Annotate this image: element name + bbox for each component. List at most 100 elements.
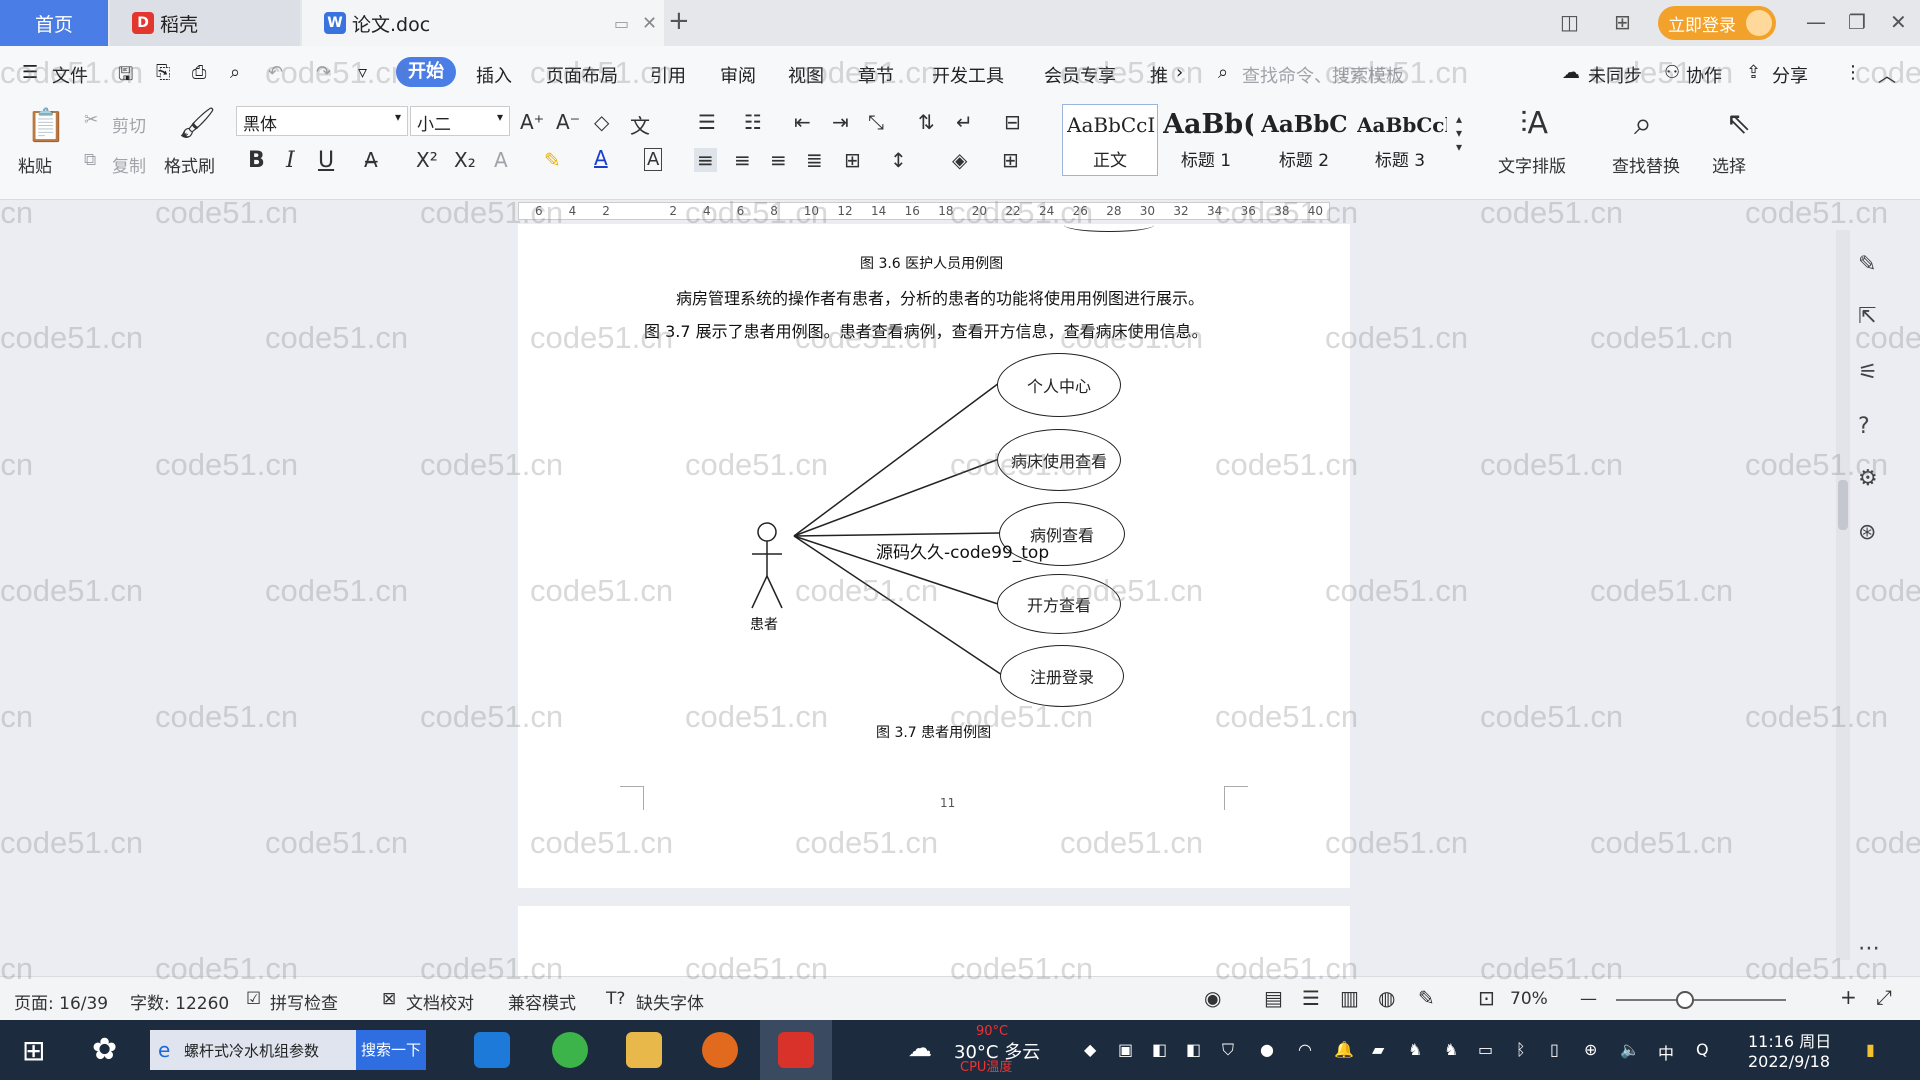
select-button[interactable]: 选择 <box>1712 152 1746 177</box>
style-normal[interactable]: AaBbCcI 正文 <box>1062 104 1158 176</box>
menu-view[interactable]: 视图 <box>788 62 824 88</box>
zoom-in-icon[interactable]: + <box>1840 985 1857 1009</box>
align-right-icon[interactable]: ≡ <box>770 148 787 172</box>
zoom-level[interactable]: 70% <box>1510 989 1548 1009</box>
help-icon[interactable]: ? <box>1858 414 1870 439</box>
wifi-icon[interactable]: ◠ <box>1298 1040 1312 1059</box>
find-replace-button[interactable]: 查找替换 <box>1612 152 1680 177</box>
monitor-icon[interactable]: ▭ <box>614 14 629 33</box>
taskbar-search-input[interactable]: e 螺杆式冷水机组参数 <box>150 1030 356 1070</box>
zoom-slider-handle[interactable] <box>1676 991 1694 1009</box>
missing-font-button[interactable]: 缺失字体 <box>636 989 704 1014</box>
new-tab-icon[interactable]: + <box>668 6 690 36</box>
menu-layout[interactable]: 页面布局 <box>546 62 618 88</box>
compass-icon[interactable]: ⊛ <box>1858 520 1876 545</box>
battery-icon[interactable]: ▭ <box>1478 1040 1493 1059</box>
subscript-icon[interactable]: X₂ <box>454 148 476 172</box>
borders-icon[interactable]: ⊞ <box>1002 148 1019 172</box>
menu-review[interactable]: 审阅 <box>720 62 756 88</box>
align-left-icon[interactable]: ≡ <box>694 148 717 172</box>
indent-icon[interactable]: ⇥ <box>832 110 849 134</box>
page-indicator[interactable]: 页面: 16/39 <box>14 989 108 1014</box>
copy-button[interactable]: 复制 <box>112 152 146 177</box>
ie-browser-icon[interactable] <box>474 1032 510 1068</box>
qq-browser-icon[interactable]: Q <box>1696 1040 1709 1059</box>
sort-icon[interactable]: ⇅ <box>918 110 935 134</box>
browser-360-icon[interactable] <box>552 1032 588 1068</box>
clock-time[interactable]: 11:16 周日 <box>1748 1028 1831 1052</box>
pen-icon[interactable]: ✎ <box>1858 252 1876 277</box>
apps-grid-icon[interactable]: ⊞ <box>1614 10 1631 34</box>
tray-app-icon[interactable]: ▣ <box>1118 1040 1133 1059</box>
more-options-icon[interactable]: ⋮ <box>1844 62 1862 83</box>
menu-reference[interactable]: 引用 <box>650 62 686 88</box>
shield-icon[interactable]: ⛉ <box>1222 1040 1234 1060</box>
layout-icon[interactable]: ◫ <box>1560 10 1579 34</box>
text-effect-icon[interactable]: A <box>494 148 508 172</box>
qq-icon[interactable]: ♞ <box>1408 1040 1422 1059</box>
notification-icon[interactable]: 🔔 <box>1334 1040 1354 1059</box>
cursor-icon[interactable]: ⇱ <box>1858 304 1876 329</box>
shrink-font-icon[interactable]: A⁻ <box>556 110 580 134</box>
taskbar-search-button[interactable]: 搜索一下 <box>356 1030 426 1070</box>
show-desktop-icon[interactable]: ▮ <box>1866 1040 1875 1059</box>
volume-icon[interactable]: 🔈 <box>1620 1040 1640 1059</box>
font-family-select[interactable]: 黑体 ▾ <box>236 106 408 136</box>
search-command-input[interactable]: 查找命令、搜索模板 <box>1242 62 1404 88</box>
hamburger-icon[interactable]: ☰ <box>22 62 38 83</box>
usb-icon[interactable]: ▯ <box>1550 1040 1559 1059</box>
char-border-icon[interactable]: A <box>644 148 663 171</box>
ruler-scale[interactable]: 6 4 2 2 4 6 8 10 12 14 16 18 20 22 24 26 28 30 32 34 36 38 40 <box>518 202 1330 220</box>
collapse-ribbon-icon[interactable]: ︿ <box>1878 62 1896 88</box>
cut-button[interactable]: 剪切 <box>112 112 146 137</box>
close-tab-icon[interactable]: ✕ <box>642 13 657 34</box>
paste-button[interactable]: 粘贴 <box>18 152 52 177</box>
app-launcher-icon[interactable]: ✿ <box>92 1032 117 1067</box>
font-color-icon[interactable]: A <box>594 146 608 170</box>
scrollbar-thumb[interactable] <box>1838 480 1848 530</box>
format-painter-button[interactable]: 格式刷 <box>164 152 215 177</box>
clear-format-icon[interactable]: ◇ <box>594 110 609 134</box>
qq-icon[interactable]: ♞ <box>1444 1040 1458 1059</box>
bluetooth-icon[interactable]: ᛒ <box>1516 1040 1526 1059</box>
customize-icon[interactable]: ▿ <box>358 62 367 83</box>
clock-date[interactable]: 2022/9/18 <box>1748 1052 1830 1071</box>
reading-view-icon[interactable]: ▥ <box>1340 986 1359 1010</box>
minimize-icon[interactable]: — <box>1806 10 1826 34</box>
outdent-icon[interactable]: ⇤ <box>794 110 811 134</box>
menu-insert[interactable]: 插入 <box>476 62 512 88</box>
font-size-select[interactable]: 小二 ▾ <box>410 106 510 136</box>
tab-stops-icon[interactable]: ⊟ <box>1004 110 1021 134</box>
menu-file[interactable]: 文件 <box>52 62 88 88</box>
tray-app-icon[interactable]: ◧ <box>1152 1040 1167 1059</box>
word-count[interactable]: 字数: 12260 <box>130 989 229 1014</box>
highlight-icon[interactable]: ✎ <box>544 148 561 172</box>
strikethrough-icon[interactable]: A̶ <box>364 148 378 172</box>
ime-indicator[interactable]: 中 <box>1658 1040 1674 1064</box>
tab-daoke[interactable]: D 稻壳 <box>110 0 300 46</box>
menu-start[interactable]: 开始 <box>396 57 456 87</box>
export-icon[interactable]: ⎘ <box>156 62 170 83</box>
bold-icon[interactable]: B <box>248 148 265 173</box>
phonetic-icon[interactable]: 文 <box>630 110 650 139</box>
restore-icon[interactable]: ❐ <box>1848 10 1866 34</box>
proof-button[interactable]: 文档校对 <box>406 989 474 1014</box>
file-explorer-icon[interactable] <box>626 1032 662 1068</box>
fullscreen-icon[interactable]: ⤢ <box>1876 985 1892 1009</box>
tray-app-icon[interactable]: ⊕ <box>1584 1040 1597 1059</box>
zoom-out-icon[interactable]: — <box>1580 989 1597 1009</box>
menu-devtools[interactable]: 开发工具 <box>932 62 1004 88</box>
print-preview-icon[interactable]: ⌕ <box>230 62 240 83</box>
style-heading-3[interactable]: AaBbCcl 标题 3 <box>1352 104 1448 176</box>
tray-app-icon[interactable]: ● <box>1260 1040 1274 1059</box>
sync-status[interactable]: 未同步 <box>1588 62 1642 88</box>
print-icon[interactable]: ⎙ <box>192 62 206 83</box>
image-settings-icon[interactable]: ⚙ <box>1858 466 1878 491</box>
document-page[interactable]: 图 3.6 医护人员用例图 病房管理系统的操作者有患者，分析的患者的功能将使用用… <box>518 224 1350 888</box>
tray-app-icon[interactable]: ◧ <box>1186 1040 1201 1059</box>
italic-icon[interactable]: I <box>286 148 295 173</box>
bullet-list-icon[interactable]: ☰ <box>698 110 716 134</box>
tab-home[interactable]: 首页 <box>0 0 108 46</box>
page-view-icon[interactable]: ▤ <box>1264 986 1283 1010</box>
outline-view-icon[interactable]: ☰ <box>1302 986 1320 1010</box>
